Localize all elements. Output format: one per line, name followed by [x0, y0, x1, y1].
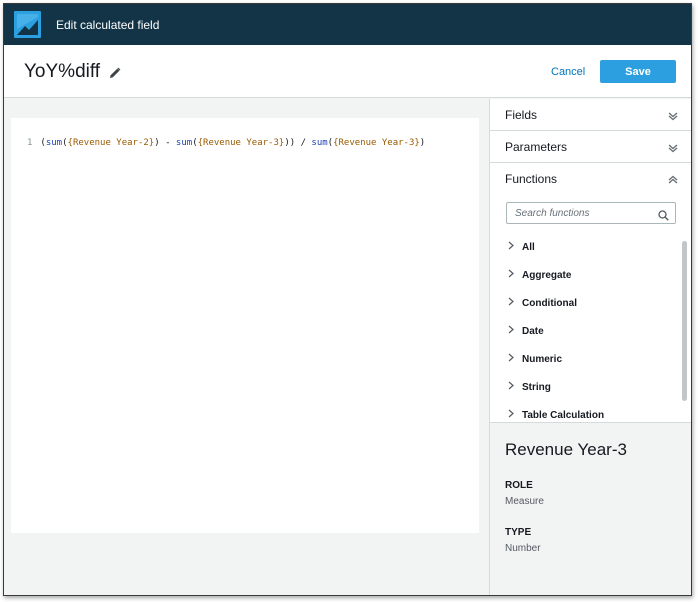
quicksight-logo-icon — [14, 11, 41, 38]
chevron-right-icon — [508, 409, 514, 421]
code-token-field: {Revenue Year-3} — [333, 138, 420, 148]
window-title: Edit calculated field — [56, 17, 160, 32]
formula-editor[interactable]: 1 (sum({Revenue Year-2}) - sum({Revenue Y… — [11, 118, 479, 533]
function-category-list: All Aggregate Conditional Date Numeric S… — [490, 234, 691, 422]
chevron-right-icon — [508, 353, 514, 365]
code-token-function: sum — [175, 138, 193, 148]
code-token-field: {Revenue Year-2} — [67, 138, 155, 148]
fields-section-label: Fields — [505, 107, 538, 122]
function-category-label: Date — [522, 325, 544, 337]
function-category-conditional[interactable]: Conditional — [508, 293, 577, 313]
details-field-title: Revenue Year-3 — [505, 440, 627, 459]
code-line-1[interactable]: 1 (sum({Revenue Year-2}) - sum({Revenue Y… — [27, 138, 425, 148]
pencil-icon[interactable] — [109, 66, 121, 84]
function-category-label: Aggregate — [522, 269, 572, 281]
function-category-label: All — [522, 241, 535, 253]
code-token-function: sum — [45, 138, 63, 148]
type-label: TYPE — [505, 527, 532, 538]
function-category-label: Conditional — [522, 297, 577, 309]
parameters-section-header[interactable]: Parameters — [490, 131, 691, 163]
chevron-right-icon — [508, 325, 514, 337]
function-list-scrollbar[interactable] — [682, 241, 687, 401]
function-category-date[interactable]: Date — [508, 321, 544, 341]
functions-section-label: Functions — [505, 172, 558, 186]
right-panel: Fields Parameters Functions Search funct… — [489, 99, 691, 595]
code-token: ) — [419, 138, 426, 148]
chevron-right-icon — [508, 269, 514, 281]
function-category-label: Table Calculation — [522, 409, 605, 421]
function-category-all[interactable]: All — [508, 237, 535, 257]
function-category-string[interactable]: String — [508, 377, 551, 397]
parameters-section-label: Parameters — [505, 139, 568, 154]
function-category-label: Numeric — [522, 353, 563, 365]
search-functions-input[interactable] — [515, 203, 655, 224]
edit-calculated-field-window: Edit calculated field YoY%diff Cancel Sa… — [3, 3, 692, 596]
top-bar: Edit calculated field — [4, 4, 691, 45]
chevron-right-icon — [508, 381, 514, 393]
function-category-label: String — [522, 381, 551, 393]
field-header: YoY%diff Cancel Save — [4, 45, 691, 98]
line-number: 1 — [27, 138, 33, 148]
search-icon[interactable] — [658, 208, 669, 226]
chevron-down-icon[interactable] — [668, 142, 678, 156]
chevron-right-icon — [508, 297, 514, 309]
functions-section-header[interactable]: Functions — [490, 163, 691, 195]
role-value: Measure — [505, 496, 544, 507]
role-label: ROLE — [505, 480, 533, 491]
function-category-aggregate[interactable]: Aggregate — [508, 265, 571, 285]
field-details-panel: Revenue Year-3 ROLE Measure TYPE Number — [490, 422, 691, 595]
cancel-button[interactable]: Cancel — [551, 66, 585, 78]
chevron-up-icon[interactable] — [668, 174, 678, 188]
code-token: )) / — [284, 138, 312, 148]
fields-section-header[interactable]: Fields — [490, 99, 691, 131]
chevron-right-icon — [508, 241, 514, 253]
code-token: ) - — [154, 138, 176, 148]
chevron-down-icon[interactable] — [668, 110, 678, 124]
code-token-function: sum — [311, 138, 328, 148]
search-functions-box[interactable] — [506, 202, 676, 224]
calculated-field-name[interactable]: YoY%diff — [24, 61, 100, 83]
function-category-table-calculation[interactable]: Table Calculation — [508, 405, 604, 422]
type-value: Number — [505, 543, 541, 554]
code-token-field: {Revenue Year-3} — [197, 138, 285, 148]
function-category-numeric[interactable]: Numeric — [508, 349, 562, 369]
save-button[interactable]: Save — [600, 60, 676, 83]
